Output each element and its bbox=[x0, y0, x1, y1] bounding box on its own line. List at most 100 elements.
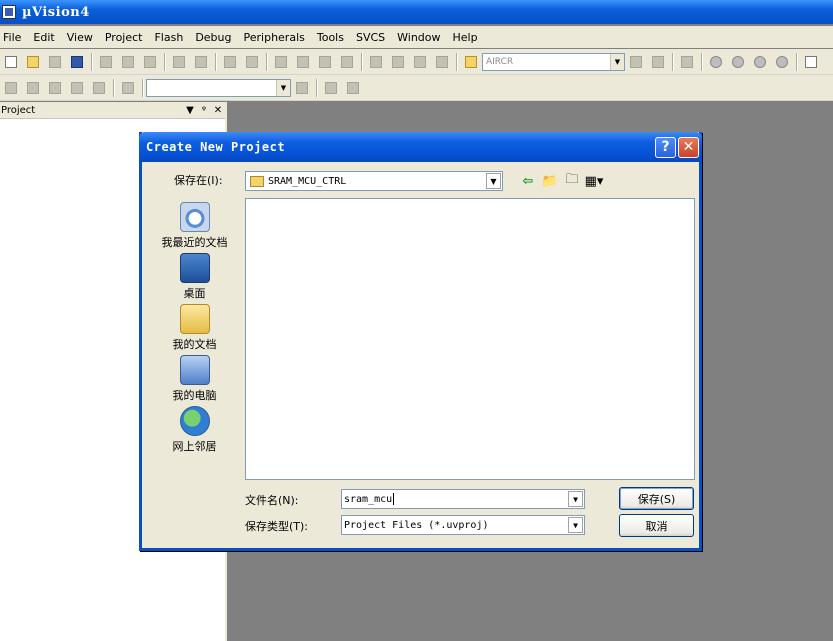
batch-build-icon[interactable] bbox=[68, 79, 86, 97]
menu-peripherals[interactable]: Peripherals bbox=[238, 31, 311, 44]
help-button[interactable]: ? bbox=[655, 136, 676, 158]
manage-components-icon[interactable] bbox=[322, 79, 340, 97]
new-folder-icon[interactable]: 🗀 bbox=[561, 171, 583, 191]
cancel-button[interactable]: 取消 bbox=[619, 514, 694, 537]
chevron-down-icon[interactable]: ▼ bbox=[568, 491, 583, 507]
menu-svcs[interactable]: SVCS bbox=[350, 31, 391, 44]
menu-debug[interactable]: Debug bbox=[189, 31, 237, 44]
file-type-label: 保存类型(T): bbox=[245, 520, 309, 533]
menu-project[interactable]: Project bbox=[99, 31, 149, 44]
menu-flash[interactable]: Flash bbox=[148, 31, 189, 44]
bookmark-prev-icon[interactable] bbox=[294, 53, 312, 71]
save-button[interactable]: 保存(S) bbox=[619, 487, 694, 510]
incremental-find-icon[interactable] bbox=[649, 53, 667, 71]
find-in-files-icon[interactable] bbox=[462, 53, 480, 71]
menu-view[interactable]: View bbox=[61, 31, 99, 44]
toolbar-separator bbox=[796, 52, 797, 71]
redo-icon[interactable] bbox=[192, 53, 210, 71]
breakpoint-disable-all-icon[interactable] bbox=[751, 53, 769, 71]
paste-icon[interactable] bbox=[141, 53, 159, 71]
indent-icon[interactable] bbox=[367, 53, 385, 71]
panel-close-icon[interactable]: ✕ bbox=[211, 105, 225, 116]
bookmark-clear-icon[interactable] bbox=[338, 53, 356, 71]
open-file-icon[interactable] bbox=[24, 53, 42, 71]
copy-icon[interactable] bbox=[119, 53, 137, 71]
uncomment-icon[interactable] bbox=[433, 53, 451, 71]
target-select-combo[interactable]: ▼ bbox=[146, 78, 291, 97]
menu-bar: File Edit View Project Flash Debug Perip… bbox=[0, 26, 833, 48]
chevron-down-icon[interactable]: ▼ bbox=[568, 517, 583, 533]
place-my-documents[interactable]: 我的文档 bbox=[152, 304, 237, 352]
up-folder-icon[interactable]: 📁 bbox=[539, 171, 561, 191]
comment-icon[interactable] bbox=[411, 53, 429, 71]
bookmark-toggle-icon[interactable] bbox=[272, 53, 290, 71]
undo-icon[interactable] bbox=[170, 53, 188, 71]
back-arrow-icon[interactable]: ⇦ bbox=[517, 171, 539, 191]
menu-edit[interactable]: Edit bbox=[27, 31, 60, 44]
app-title-bar[interactable]: µVision4 bbox=[0, 0, 833, 24]
download-icon[interactable] bbox=[119, 79, 137, 97]
view-menu-icon[interactable]: ▦▾ bbox=[583, 171, 605, 191]
target-options-icon[interactable] bbox=[293, 79, 311, 97]
start-debug-icon[interactable] bbox=[678, 53, 696, 71]
cut-icon[interactable] bbox=[97, 53, 115, 71]
window-icon[interactable] bbox=[802, 53, 820, 71]
place-label: 网上邻居 bbox=[172, 440, 217, 453]
breakpoint-insert-icon[interactable] bbox=[707, 53, 725, 71]
file-type-value: Project Files (*.uvproj) bbox=[344, 519, 489, 531]
save-file-icon[interactable] bbox=[46, 53, 64, 71]
file-list[interactable] bbox=[245, 198, 695, 480]
network-places-icon bbox=[179, 406, 210, 436]
place-label: 我最近的文档 bbox=[161, 236, 228, 249]
create-project-dialog: Create New Project ? ✕ 保存在(I): SRAM_MCU_… bbox=[139, 132, 702, 551]
nav-forward-icon[interactable] bbox=[243, 53, 261, 71]
menu-help[interactable]: Help bbox=[447, 31, 484, 44]
panel-menu-icon[interactable]: ▼ bbox=[183, 105, 197, 116]
toolbar-separator bbox=[361, 52, 362, 71]
chevron-down-icon[interactable]: ▼ bbox=[486, 173, 501, 189]
place-label: 我的文档 bbox=[172, 338, 217, 351]
dialog-nav-tools: ⇦ 📁 🗀 ▦▾ bbox=[517, 170, 605, 192]
place-desktop[interactable]: 桌面 bbox=[152, 253, 237, 301]
toolbar-separator bbox=[164, 52, 165, 71]
breakpoint-kill-all-icon[interactable] bbox=[773, 53, 791, 71]
uvision-app-icon[interactable] bbox=[2, 5, 16, 19]
breakpoint-enable-icon[interactable] bbox=[729, 53, 747, 71]
manage-books-icon[interactable] bbox=[344, 79, 362, 97]
toolbar-separator bbox=[113, 78, 114, 97]
stop-build-icon[interactable] bbox=[90, 79, 108, 97]
find-combo[interactable]: AIRCR ▼ bbox=[482, 52, 625, 71]
place-recent-documents[interactable]: 我最近的文档 bbox=[152, 202, 237, 250]
text-caret bbox=[393, 493, 395, 505]
chevron-down-icon[interactable]: ▼ bbox=[276, 79, 290, 96]
nav-back-icon[interactable] bbox=[221, 53, 239, 71]
save-all-icon[interactable] bbox=[68, 53, 86, 71]
menu-window[interactable]: Window bbox=[391, 31, 446, 44]
bookmark-next-icon[interactable] bbox=[316, 53, 334, 71]
file-type-select[interactable]: Project Files (*.uvproj) ▼ bbox=[341, 515, 585, 535]
find-icon[interactable] bbox=[627, 53, 645, 71]
panel-pin-icon[interactable]: ᵠ bbox=[197, 105, 211, 116]
rebuild-icon[interactable] bbox=[46, 79, 64, 97]
project-panel-title: Project bbox=[1, 104, 36, 116]
menu-file[interactable]: File bbox=[0, 31, 27, 44]
dialog-title: Create New Project bbox=[146, 140, 286, 154]
dialog-title-bar[interactable]: Create New Project ? ✕ bbox=[139, 132, 702, 162]
menu-tools[interactable]: Tools bbox=[311, 31, 350, 44]
close-button[interactable]: ✕ bbox=[678, 136, 699, 158]
place-network[interactable]: 网上邻居 bbox=[152, 406, 237, 454]
file-name-label: 文件名(N): bbox=[245, 494, 299, 507]
build-icon[interactable] bbox=[24, 79, 42, 97]
new-file-icon[interactable] bbox=[2, 53, 20, 71]
translate-icon[interactable] bbox=[2, 79, 20, 97]
unindent-icon[interactable] bbox=[389, 53, 407, 71]
place-my-computer[interactable]: 我的电脑 bbox=[152, 355, 237, 403]
chevron-down-icon[interactable]: ▼ bbox=[610, 53, 624, 70]
toolbar-separator bbox=[266, 52, 267, 71]
file-name-input[interactable]: sram_mcu ▼ bbox=[341, 489, 585, 509]
my-documents-icon bbox=[179, 304, 210, 334]
toolbar-separator bbox=[456, 52, 457, 71]
save-in-value: SRAM_MCU_CTRL bbox=[268, 175, 347, 187]
my-computer-icon bbox=[179, 355, 210, 385]
save-in-select[interactable]: SRAM_MCU_CTRL ▼ bbox=[245, 171, 503, 191]
